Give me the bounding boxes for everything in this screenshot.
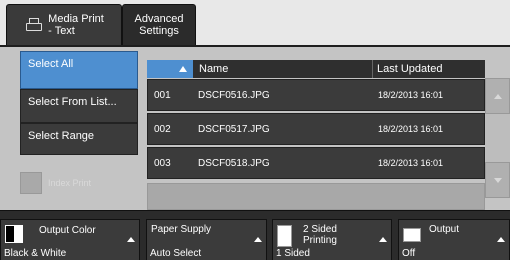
tab-media-label-line2: - Text <box>48 25 75 37</box>
chevron-up-icon <box>127 237 135 242</box>
row-filename: DSCF0517.JPG <box>198 123 270 135</box>
row-updated: 18/2/2013 16:01 <box>378 158 444 168</box>
output-label: Output <box>429 224 460 235</box>
row-filename: DSCF0518.JPG <box>198 157 270 169</box>
two-sided-printing-button[interactable]: 2 Sided Printing 1 Sided <box>272 219 392 260</box>
select-range-button[interactable]: Select Range <box>20 123 138 155</box>
sort-button[interactable] <box>147 60 193 78</box>
row-filename: DSCF0516.JPG <box>198 89 270 101</box>
select-from-list-button[interactable]: Select From List... <box>20 89 138 123</box>
row-number: 002 <box>154 123 171 135</box>
output-color-button[interactable]: Output Color Black & White <box>0 219 140 260</box>
chevron-up-icon <box>494 94 502 99</box>
row-number: 003 <box>154 157 171 169</box>
two-sided-label-line2: Printing <box>303 235 337 246</box>
tab-media-label-line1: Media Print <box>48 13 104 25</box>
scroll-track[interactable] <box>485 114 510 162</box>
document-icon <box>277 225 292 247</box>
column-header-last-updated[interactable]: Last Updated <box>373 60 485 78</box>
tab-advanced-settings[interactable]: Advanced Settings <box>122 4 196 45</box>
output-color-label: Output Color <box>39 225 96 236</box>
paper-supply-value: Auto Select <box>150 248 202 259</box>
table-row[interactable]: 002 DSCF0517.JPG 18/2/2013 16:01 <box>147 113 485 145</box>
output-value: Off <box>402 248 416 259</box>
column-header-name[interactable]: Name <box>193 60 373 78</box>
table-header: Name Last Updated <box>147 60 485 78</box>
index-print-checkbox[interactable] <box>20 172 42 194</box>
table-row[interactable]: 001 DSCF0516.JPG 18/2/2013 16:01 <box>147 79 485 111</box>
paper-supply-label: Paper Supply <box>151 224 212 235</box>
select-all-button[interactable]: Select All <box>20 51 138 89</box>
scroll-down-button[interactable] <box>485 162 510 198</box>
two-sided-value: 1 Sided <box>276 248 310 259</box>
output-button[interactable]: Output Off <box>398 219 510 260</box>
index-print-label: Index Print <box>48 178 92 188</box>
table-row[interactable]: 003 DSCF0518.JPG 18/2/2013 16:01 <box>147 147 485 179</box>
empty-table-row <box>147 183 485 210</box>
black-white-icon <box>5 225 23 243</box>
tab-bar: Media Print - Text Advanced Settings <box>0 0 510 45</box>
chevron-down-icon <box>494 178 502 183</box>
file-table: Name Last Updated 001 DSCF0516.JPG 18/2/… <box>147 60 485 210</box>
tab-advanced-label-line2: Settings <box>139 25 179 37</box>
index-print-toggle[interactable]: Index Print <box>20 172 145 194</box>
output-color-value: Black & White <box>4 248 67 259</box>
two-sided-label: 2 Sided Printing <box>303 224 337 246</box>
sort-ascending-icon <box>179 66 187 72</box>
table-scrollbar <box>485 78 510 198</box>
tab-advanced-label-line1: Advanced <box>134 13 184 25</box>
row-updated: 18/2/2013 16:01 <box>378 90 444 100</box>
scroll-up-button[interactable] <box>485 78 510 114</box>
chevron-up-icon <box>254 237 262 242</box>
feature-bar: Output Color Black & White Paper Supply … <box>0 210 510 260</box>
row-updated: 18/2/2013 16:01 <box>378 124 444 134</box>
selection-buttons: Select All Select From List... Select Ra… <box>20 51 138 155</box>
chevron-up-icon <box>497 237 505 242</box>
tab-media-print-text[interactable]: Media Print - Text <box>6 4 122 45</box>
two-sided-label-line1: 2 Sided <box>303 224 337 235</box>
row-number: 001 <box>154 89 171 101</box>
chevron-up-icon <box>379 237 387 242</box>
paper-supply-button[interactable]: Paper Supply Auto Select <box>146 219 267 260</box>
media-print-icon <box>24 17 44 33</box>
output-tray-icon <box>403 228 421 242</box>
